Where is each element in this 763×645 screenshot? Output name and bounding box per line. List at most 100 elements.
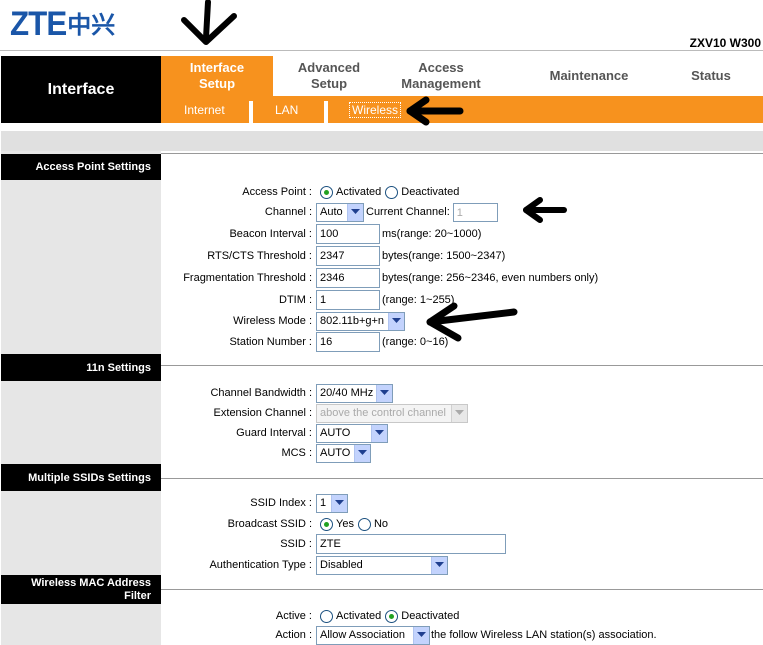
tab-interface-setup[interactable]: Interface Setup	[161, 56, 273, 96]
broadcast-ssid-label: Broadcast SSID :	[227, 518, 312, 530]
ssid-index-value: 1	[320, 497, 327, 509]
row-access-point: Access Point : Activated Deactivated	[161, 181, 763, 203]
dtim-label: DTIM :	[279, 294, 312, 306]
broadcast-yes-label: Yes	[336, 518, 354, 530]
main-menu: Interface Setup Advanced Setup Access Ma…	[161, 56, 763, 96]
tab-maintenance[interactable]: Maintenance	[497, 56, 681, 96]
row-guard-interval: Guard Interval : AUTO	[161, 422, 763, 444]
authentication-type-label: Authentication Type :	[209, 559, 312, 571]
subtab-lan[interactable]: LAN	[275, 96, 298, 123]
broadcast-yes-radio[interactable]	[320, 517, 333, 531]
row-channel-bandwidth: Channel Bandwidth : 20/40 MHz	[161, 382, 763, 404]
chevron-down-icon	[451, 404, 467, 422]
zte-logo: ZTE 中兴	[10, 6, 115, 42]
content-top-bar	[1, 131, 763, 151]
channel-bandwidth-label: Channel Bandwidth :	[210, 387, 312, 399]
chevron-down-icon	[431, 556, 447, 574]
channel-bandwidth-select[interactable]: 20/40 MHz	[316, 383, 393, 403]
tab-status[interactable]: Status	[661, 56, 761, 96]
annotation-arrow-icon	[426, 302, 518, 342]
station-number-label: Station Number :	[229, 336, 312, 348]
subtab-separator	[249, 101, 253, 123]
header-divider	[0, 50, 763, 51]
logo-chinese: 中兴	[67, 11, 116, 39]
mcs-select[interactable]: AUTO	[316, 443, 371, 463]
left-column	[1, 151, 161, 645]
wireless-mode-select[interactable]: 802.11b+g+n	[316, 311, 405, 331]
subtab-internet[interactable]: Internet	[184, 96, 225, 123]
row-fragmentation: Fragmentation Threshold : 2346 bytes(ran…	[161, 267, 763, 289]
access-point-deactivated-label: Deactivated	[401, 186, 460, 198]
ssid-index-label: SSID Index :	[250, 497, 312, 509]
mac-deactivated-radio[interactable]	[385, 609, 399, 623]
channel-bandwidth-value: 20/40 MHz	[320, 387, 374, 399]
chevron-down-icon	[354, 444, 370, 462]
annotation-arrow-icon	[523, 197, 567, 223]
chevron-down-icon	[331, 494, 347, 512]
subtab-separator	[324, 101, 328, 123]
guard-interval-select[interactable]: AUTO	[316, 423, 388, 443]
current-channel-field: 1	[452, 202, 498, 222]
logo-latin: ZTE	[10, 5, 67, 43]
ssid-index-select[interactable]: 1	[316, 493, 348, 513]
row-beacon: Beacon Interval : 100 ms(range: 20~1000)	[161, 223, 763, 245]
ssid-label: SSID :	[280, 538, 312, 550]
rts-label: RTS/CTS Threshold :	[207, 250, 312, 262]
row-rts: RTS/CTS Threshold : 2347 bytes(range: 15…	[161, 245, 763, 267]
broadcast-no-label: No	[373, 518, 389, 530]
station-number-input[interactable]: 16	[316, 332, 380, 352]
access-point-deactivated-radio[interactable]	[385, 185, 399, 199]
annotation-arrow-icon	[406, 96, 464, 126]
fragmentation-label: Fragmentation Threshold :	[183, 272, 312, 284]
channel-label: Channel :	[264, 206, 312, 218]
mcs-value: AUTO	[320, 447, 351, 459]
tab-advanced-setup[interactable]: Advanced Setup	[273, 56, 385, 96]
mac-deactivated-label: Deactivated	[401, 610, 460, 622]
chevron-down-icon	[413, 626, 429, 644]
dtim-input[interactable]: 1	[316, 290, 380, 310]
rts-input[interactable]: 2347	[316, 246, 380, 266]
mac-action-select[interactable]: Allow Association	[316, 625, 430, 645]
tab-access-management[interactable]: Access Management	[385, 56, 497, 96]
section-header-ap: Access Point Settings	[1, 154, 161, 180]
current-channel-label: Current Channel:	[366, 206, 450, 218]
beacon-hint: ms(range: 20~1000)	[382, 228, 482, 240]
chevron-down-icon	[347, 203, 363, 221]
chevron-down-icon	[371, 424, 387, 442]
broadcast-no-radio[interactable]	[357, 517, 371, 531]
section-divider	[161, 365, 763, 366]
mac-filter-header-line2: Filter	[124, 589, 151, 602]
channel-select[interactable]: Auto	[316, 202, 364, 222]
row-broadcast-ssid: Broadcast SSID : Yes No	[161, 513, 763, 535]
mac-action-value: Allow Association	[320, 629, 405, 641]
row-ssid-index: SSID Index : 1	[161, 492, 763, 514]
mcs-label: MCS :	[281, 447, 312, 459]
row-ssid: SSID : ZTE	[161, 533, 763, 555]
mac-activated-radio[interactable]	[320, 609, 333, 623]
access-point-activated-radio[interactable]	[320, 185, 333, 199]
beacon-label: Beacon Interval :	[229, 228, 312, 240]
wireless-mode-value: 802.11b+g+n	[320, 315, 385, 327]
mac-activated-label: Activated	[336, 610, 382, 622]
ssid-input[interactable]: ZTE	[316, 534, 506, 554]
mac-action-hint: the follow Wireless LAN station(s) assoc…	[431, 629, 657, 641]
row-authentication-type: Authentication Type : Disabled	[161, 554, 763, 576]
wireless-mode-label: Wireless Mode :	[233, 315, 312, 327]
authentication-type-select[interactable]: Disabled	[316, 555, 448, 575]
chevron-down-icon	[388, 312, 404, 330]
mac-active-label: Active :	[275, 610, 312, 622]
row-mcs: MCS : AUTO	[161, 442, 763, 464]
model-name: ZXV10 W300	[689, 36, 761, 50]
fragmentation-input[interactable]: 2346	[316, 268, 380, 288]
extension-channel-select[interactable]: above the control channel	[316, 403, 468, 423]
access-point-activated-label: Activated	[336, 186, 382, 198]
section-title: Interface	[1, 56, 161, 123]
extension-channel-value: above the control channel	[320, 407, 446, 419]
section-divider	[161, 153, 763, 154]
guard-interval-value: AUTO	[320, 427, 351, 439]
mac-action-label: Action :	[275, 629, 312, 641]
beacon-input[interactable]: 100	[316, 224, 380, 244]
subtab-wireless[interactable]: Wireless	[349, 96, 402, 123]
section-divider	[161, 589, 763, 590]
annotation-arrow-icon	[181, 0, 237, 45]
